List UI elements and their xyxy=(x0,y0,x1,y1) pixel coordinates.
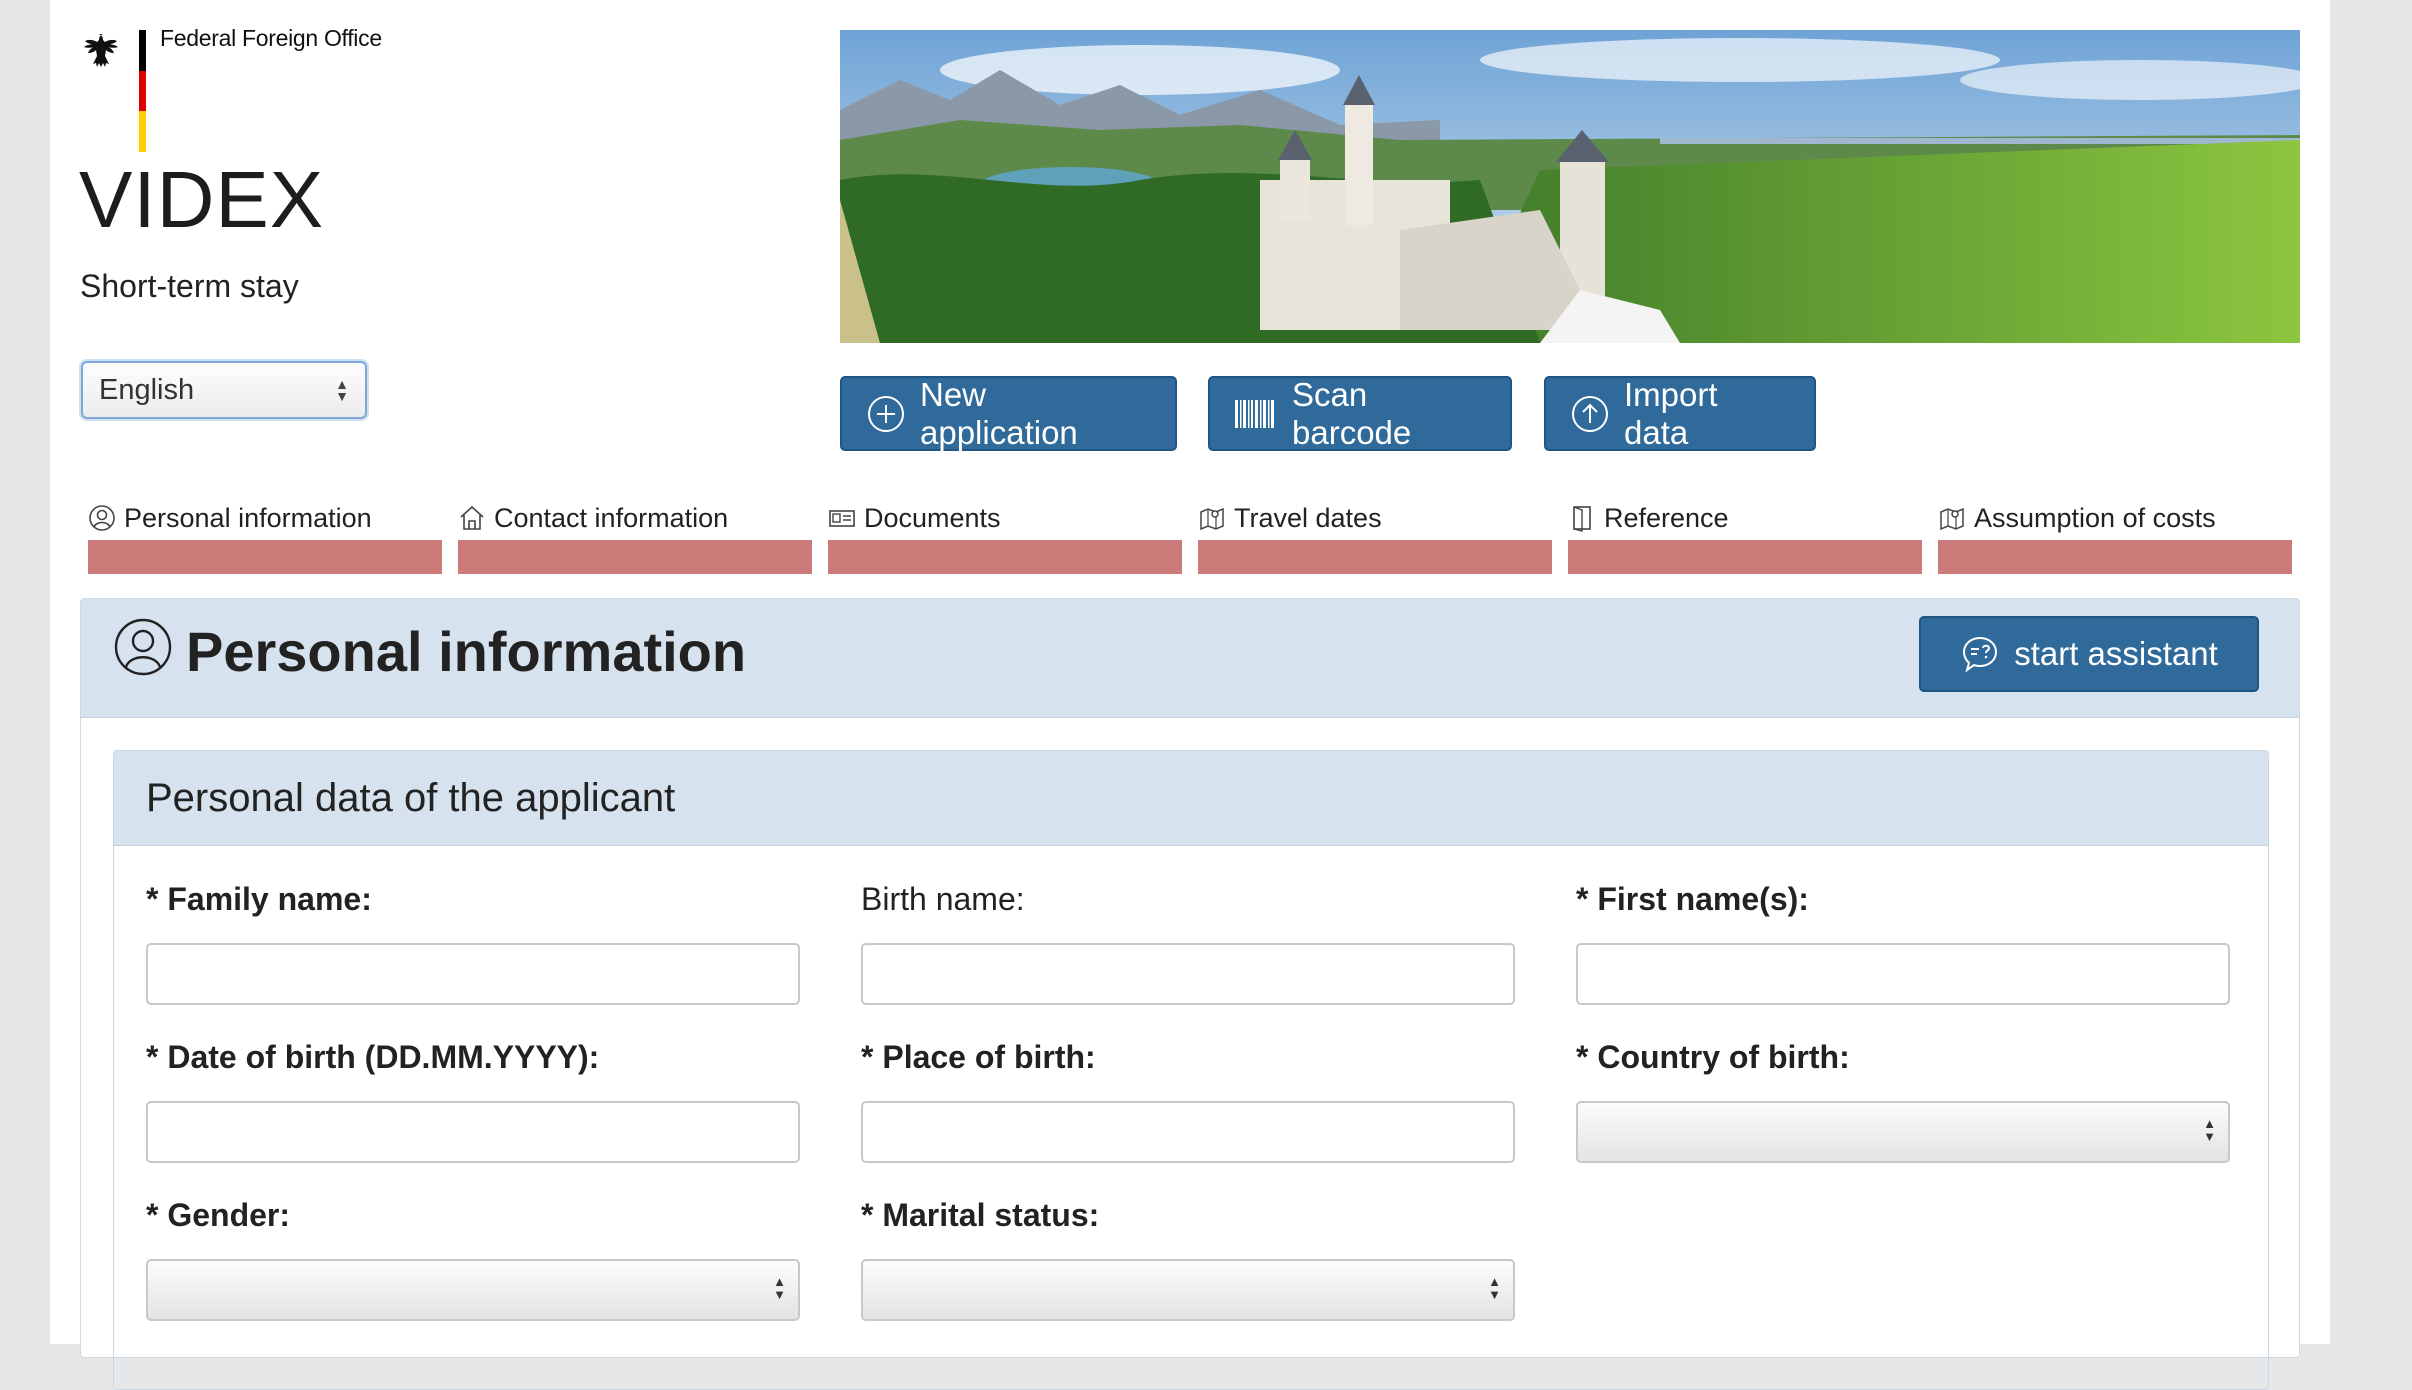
federal-eagle-logo xyxy=(84,34,118,67)
date-of-birth-label: * Date of birth (DD.MM.YYYY): xyxy=(146,1039,600,1075)
import-data-label: Import data xyxy=(1624,375,1718,451)
family-name-input[interactable] xyxy=(146,943,800,1005)
map-pin-icon xyxy=(1200,507,1224,531)
place-of-birth-label: * Place of birth: xyxy=(861,1039,1096,1075)
step-label: Documents xyxy=(864,502,1001,533)
person-icon xyxy=(89,505,115,531)
person-icon xyxy=(114,618,172,676)
birth-name-input[interactable] xyxy=(861,943,1515,1005)
step-label: Assumption of costs xyxy=(1974,502,2216,533)
castle-landscape-banner xyxy=(840,30,2300,343)
gender-select[interactable]: ▲ ▼ xyxy=(146,1259,800,1321)
select-arrows-icon: ▲ ▼ xyxy=(2203,1116,2216,1144)
door-icon xyxy=(1573,506,1591,532)
id-card-icon xyxy=(829,510,855,527)
select-arrows-icon: ▲ ▼ xyxy=(773,1274,786,1302)
plus-circle-icon xyxy=(868,395,904,432)
gender-field: * Gender: ▲ ▼ xyxy=(146,1197,800,1321)
gender-label: * Gender: xyxy=(146,1197,291,1233)
step-assumption-of-costs[interactable]: Assumption of costs xyxy=(1938,500,2292,574)
step-personal-information[interactable]: Personal information xyxy=(88,500,442,574)
start-assistant-button[interactable]: start assistant xyxy=(1919,616,2259,692)
family-name-field: * Family name: xyxy=(146,881,800,1005)
birth-name-label: Birth name: xyxy=(861,881,1025,917)
page: Federal Foreign Office VIDEX Short-term … xyxy=(50,0,2330,1390)
first-names-label: * First name(s): xyxy=(1576,881,1809,917)
import-data-button[interactable]: Import data xyxy=(1544,376,1816,451)
marital-status-label: * Marital status: xyxy=(861,1197,1100,1233)
language-select[interactable]: English ▲ ▼ xyxy=(81,361,367,419)
step-progress-bar xyxy=(828,540,1182,574)
step-progress-bar xyxy=(88,540,442,574)
start-assistant-label: start assistant xyxy=(2014,635,2218,672)
step-progress-bar xyxy=(458,540,812,574)
first-names-input[interactable] xyxy=(1576,943,2230,1005)
step-label: Travel dates xyxy=(1234,502,1382,533)
barcode-icon xyxy=(1235,399,1274,428)
section-header: Personal information start assistant xyxy=(81,599,2299,718)
step-documents[interactable]: Documents xyxy=(828,500,1182,574)
applicant-data-panel: Personal data of the applicant * Family … xyxy=(113,750,2269,1390)
app-subtitle: Short-term stay xyxy=(80,268,299,304)
upload-circle-icon xyxy=(1572,395,1608,432)
date-of-birth-field: * Date of birth (DD.MM.YYYY): xyxy=(146,1039,800,1163)
step-contact-information[interactable]: Contact information xyxy=(458,500,812,574)
marital-status-select[interactable]: ▲ ▼ xyxy=(861,1259,1515,1321)
section-title: Personal information xyxy=(186,620,747,683)
step-reference[interactable]: Reference xyxy=(1568,500,1922,574)
house-icon xyxy=(460,505,484,530)
scan-barcode-button[interactable]: Scan barcode xyxy=(1208,376,1512,451)
date-of-birth-input[interactable] xyxy=(146,1101,800,1163)
place-of-birth-input[interactable] xyxy=(861,1101,1515,1163)
step-label: Reference xyxy=(1604,502,1729,533)
map-pin-icon xyxy=(1940,507,1964,531)
family-name-label: * Family name: xyxy=(146,881,372,917)
step-label: Personal information xyxy=(124,502,372,533)
office-name: Federal Foreign Office xyxy=(160,25,382,51)
panel-title: Personal data of the applicant xyxy=(114,751,2268,846)
german-flag-bar xyxy=(139,30,146,152)
app-title: VIDEX xyxy=(79,155,325,244)
scan-barcode-label: Scan barcode xyxy=(1292,375,1412,451)
new-application-label: New application xyxy=(920,375,1078,451)
country-of-birth-label: * Country of birth: xyxy=(1576,1039,1850,1075)
chat-bubble-icon xyxy=(1963,636,1998,673)
step-progress-bar xyxy=(1198,540,1552,574)
select-arrows-icon: ▲ ▼ xyxy=(335,376,349,404)
country-of-birth-field: * Country of birth: ▲ ▼ xyxy=(1576,1039,2230,1163)
country-of-birth-select[interactable]: ▲ ▼ xyxy=(1576,1101,2230,1163)
step-travel-dates[interactable]: Travel dates xyxy=(1198,500,1552,574)
new-application-button[interactable]: New application xyxy=(840,376,1177,451)
birth-name-field: Birth name: xyxy=(861,881,1515,1005)
place-of-birth-field: * Place of birth: xyxy=(861,1039,1515,1163)
language-select-value: English xyxy=(99,373,195,406)
step-progress-bar xyxy=(1938,540,2292,574)
step-progress-bar xyxy=(1568,540,1922,574)
first-names-field: * First name(s): xyxy=(1576,881,2230,1005)
personal-information-section: Personal information start assistant Per… xyxy=(80,598,2300,1390)
step-label: Contact information xyxy=(494,502,729,533)
select-arrows-icon: ▲ ▼ xyxy=(1488,1274,1501,1302)
marital-status-field: * Marital status: ▲ ▼ xyxy=(861,1197,1515,1321)
